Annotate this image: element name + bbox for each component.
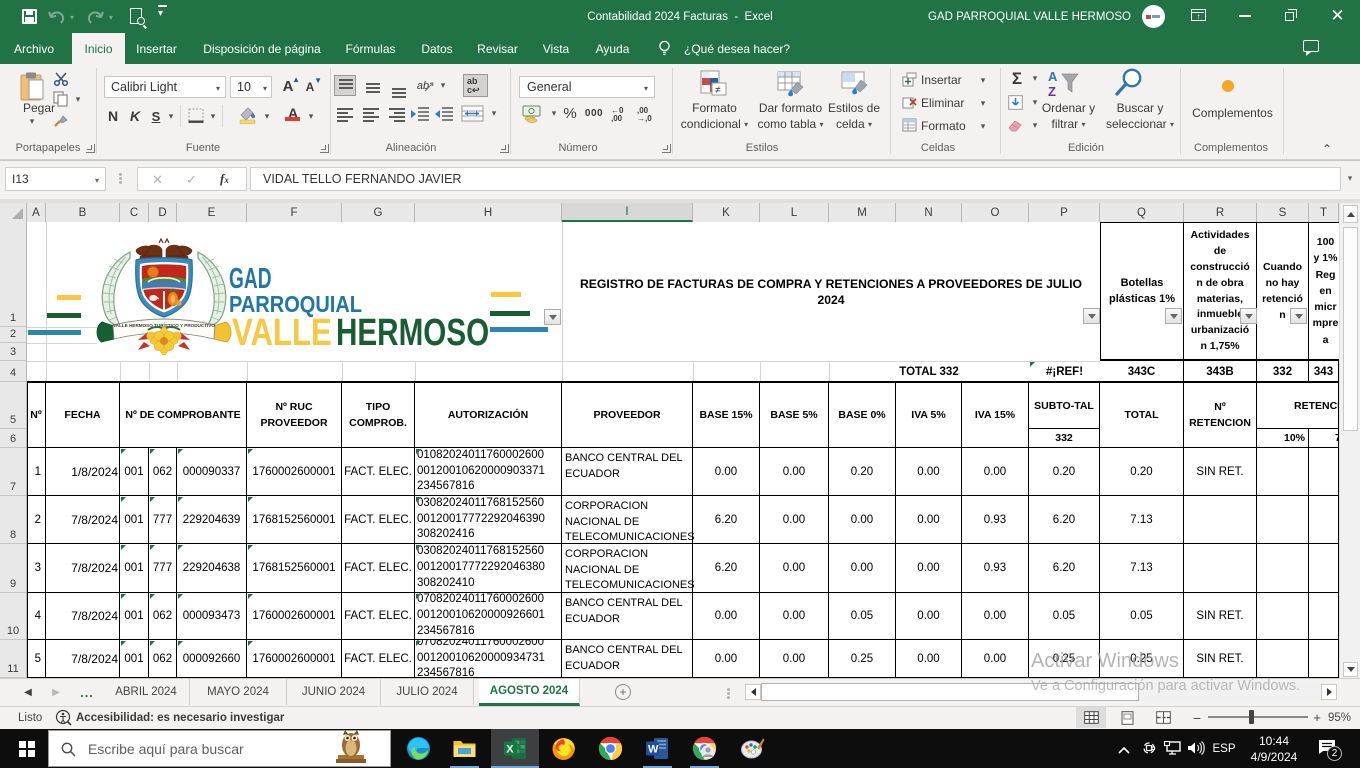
svg-text:X: X xyxy=(506,744,514,756)
svg-text:W: W xyxy=(648,744,659,756)
